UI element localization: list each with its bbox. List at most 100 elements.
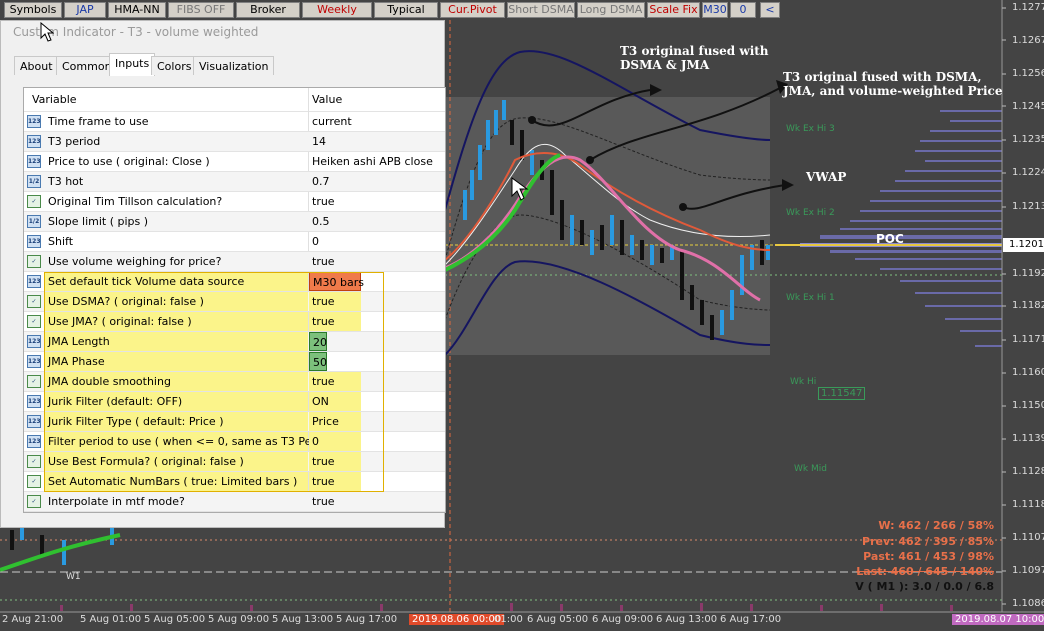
- price-tick-label: 1.10971: [1012, 565, 1044, 576]
- stat-last: Last: 460 / 645 / 140%: [856, 565, 994, 578]
- input-row[interactable]: ✓ Use DSMA? ( original: false ) true: [24, 292, 445, 312]
- integer-param-icon: 123: [27, 435, 41, 448]
- boolean-param-icon: ✓: [27, 195, 41, 208]
- input-row[interactable]: ✓ Use volume weighing for price? true: [24, 252, 445, 272]
- toolbar-button-0[interactable]: 0: [730, 2, 756, 18]
- input-value[interactable]: 14: [309, 132, 326, 151]
- column-header-value[interactable]: Value: [309, 90, 342, 109]
- toolbar-button-symbols[interactable]: Symbols: [4, 2, 62, 18]
- input-value[interactable]: ON: [309, 392, 361, 411]
- boolean-param-icon: ✓: [27, 375, 41, 388]
- input-row[interactable]: 123 JMA Length 20: [24, 332, 445, 352]
- integer-param-icon: 123: [27, 415, 41, 428]
- toolbar-button-[interactable]: <: [760, 2, 780, 18]
- input-row[interactable]: ✓ Set Automatic NumBars ( true: Limited b…: [24, 472, 445, 492]
- toolbar-button-long-dsma[interactable]: Long DSMA: [577, 2, 645, 18]
- input-value[interactable]: M30 bars: [309, 272, 364, 291]
- top-toolbar: Symbols JAP HMA-NN FIBS OFF Broker Weekly Typi…: [0, 0, 782, 20]
- input-label: JMA Phase: [44, 352, 308, 371]
- custom-indicator-dialog: Custom Indicator - T3 - volume weighted …: [0, 20, 446, 528]
- price-tick-label: 1.12671: [1012, 35, 1044, 46]
- annotation-vwap: VWAP: [806, 170, 847, 184]
- toolbar-button-broker[interactable]: Broker: [236, 2, 300, 18]
- toolbar-button-typical[interactable]: Typical: [374, 2, 438, 18]
- tab-colors[interactable]: Colors: [151, 56, 198, 75]
- time-tick-label: 2019.08.06 00:00: [409, 614, 505, 625]
- input-row[interactable]: 1/2 T3 hot 0.7: [24, 172, 445, 192]
- input-row[interactable]: ✓ Original Tim Tillson calculation? true: [24, 192, 445, 212]
- time-tick-label: 5 Aug 09:00: [208, 614, 270, 625]
- annotation-t3-dsma-jma: T3 original fused with DSMA & JMA: [620, 44, 769, 72]
- input-label: Slope limit ( pips ): [48, 215, 149, 228]
- input-row[interactable]: 123 Filter period to use ( when <= 0, sam…: [24, 432, 445, 452]
- time-tick-label: 6 Aug 09:00: [592, 614, 654, 625]
- input-value[interactable]: 0.5: [309, 212, 330, 231]
- input-row[interactable]: 123 Set default tick Volume data source M3…: [24, 272, 445, 292]
- input-value[interactable]: 0: [309, 232, 319, 251]
- integer-param-icon: 123: [27, 355, 41, 368]
- input-row[interactable]: 123 Time frame to use current: [24, 112, 445, 132]
- toolbar-button-weekly[interactable]: Weekly: [302, 2, 372, 18]
- input-label: Shift: [48, 235, 74, 248]
- input-value[interactable]: 0: [309, 432, 361, 451]
- input-row[interactable]: 123 JMA Phase 50: [24, 352, 445, 372]
- tab-inputs[interactable]: Inputs: [109, 53, 156, 76]
- toolbar-button-m30[interactable]: M30: [702, 2, 728, 18]
- time-tick-label: 2019.08.07 10:00: [952, 614, 1044, 625]
- price-tick-label: 1.11501: [1012, 400, 1044, 411]
- tab-about[interactable]: About: [14, 56, 59, 75]
- integer-param-icon: 123: [27, 155, 41, 168]
- price-tick-label: 1.11716: [1012, 334, 1044, 345]
- price-tick-label: 1.12561: [1012, 68, 1044, 79]
- input-value[interactable]: true: [309, 252, 335, 271]
- integer-param-icon: 123: [27, 115, 41, 128]
- input-row[interactable]: ✓ JMA double smoothing true: [24, 372, 445, 392]
- input-value[interactable]: true: [309, 372, 361, 391]
- level-label-wk-ex-hi-3: Wk Ex Hi 3: [786, 124, 835, 134]
- time-tick-label: 5 Aug 01:00: [80, 614, 142, 625]
- toolbar-button-hma-nn[interactable]: HMA-NN: [108, 2, 166, 18]
- input-row[interactable]: 123 Jurik Filter (default: OFF) ON: [24, 392, 445, 412]
- input-value[interactable]: 0.7: [309, 172, 330, 191]
- input-value[interactable]: Price: [309, 412, 361, 431]
- price-tick-label: 1.12776: [1012, 2, 1044, 13]
- time-tick-label: 6 Aug 13:00: [656, 614, 718, 625]
- price-tick-label: 1.11076: [1012, 532, 1044, 543]
- tab-visualization[interactable]: Visualization: [193, 56, 275, 75]
- time-tick-label: 2 Aug 21:00: [2, 614, 64, 625]
- level-price-wk-hi: 1.11547: [818, 387, 866, 400]
- volume-profile: [800, 110, 1002, 347]
- input-row[interactable]: ✓ Interpolate in mtf mode? true: [24, 492, 445, 512]
- level-label-wk-ex-hi-1: Wk Ex Hi 1: [786, 293, 835, 303]
- double-param-icon: 1/2: [27, 175, 41, 188]
- input-value[interactable]: true: [309, 292, 361, 311]
- input-value[interactable]: 50: [309, 352, 327, 371]
- price-tick-label: 1.10861: [1012, 598, 1044, 609]
- input-value[interactable]: true: [309, 472, 361, 491]
- input-value[interactable]: true: [309, 192, 335, 211]
- input-row[interactable]: 123 T3 period 14: [24, 132, 445, 152]
- input-row[interactable]: ✓ Use Best Formula? ( original: false ) tr…: [24, 452, 445, 472]
- toolbar-button-jap[interactable]: JAP: [64, 2, 106, 18]
- input-row[interactable]: 123 Shift 0: [24, 232, 445, 252]
- toolbar-button-short-dsma[interactable]: Short DSMA: [507, 2, 575, 18]
- input-row[interactable]: 123 Jurik Filter Type ( default: Price ) P…: [24, 412, 445, 432]
- integer-param-icon: 123: [27, 395, 41, 408]
- input-label: T3 period: [48, 135, 101, 148]
- input-value[interactable]: true: [309, 312, 361, 331]
- input-value[interactable]: true: [309, 452, 361, 471]
- column-header-variable[interactable]: Variable: [32, 93, 77, 106]
- input-value[interactable]: true: [309, 492, 335, 511]
- toolbar-button-cur-pivot[interactable]: Cur.Pivot: [440, 2, 505, 18]
- input-value[interactable]: 20: [309, 332, 327, 351]
- time-tick-label: 01:00: [494, 614, 523, 625]
- toolbar-button-fibs-off[interactable]: FIBS OFF: [168, 2, 234, 18]
- input-value[interactable]: Heiken ashi APB close: [309, 152, 433, 171]
- stat-prev: Prev: 462 / 395 / 85%: [862, 535, 994, 548]
- input-value[interactable]: current: [309, 112, 352, 131]
- input-row[interactable]: ✓ Use JMA? ( original: false ) true: [24, 312, 445, 332]
- input-row[interactable]: 123 Price to use ( original: Close ) Heike…: [24, 152, 445, 172]
- toolbar-button-scale-fix[interactable]: Scale Fix: [647, 2, 700, 18]
- boolean-param-icon: ✓: [27, 315, 41, 328]
- input-row[interactable]: 1/2 Slope limit ( pips ) 0.5: [24, 212, 445, 232]
